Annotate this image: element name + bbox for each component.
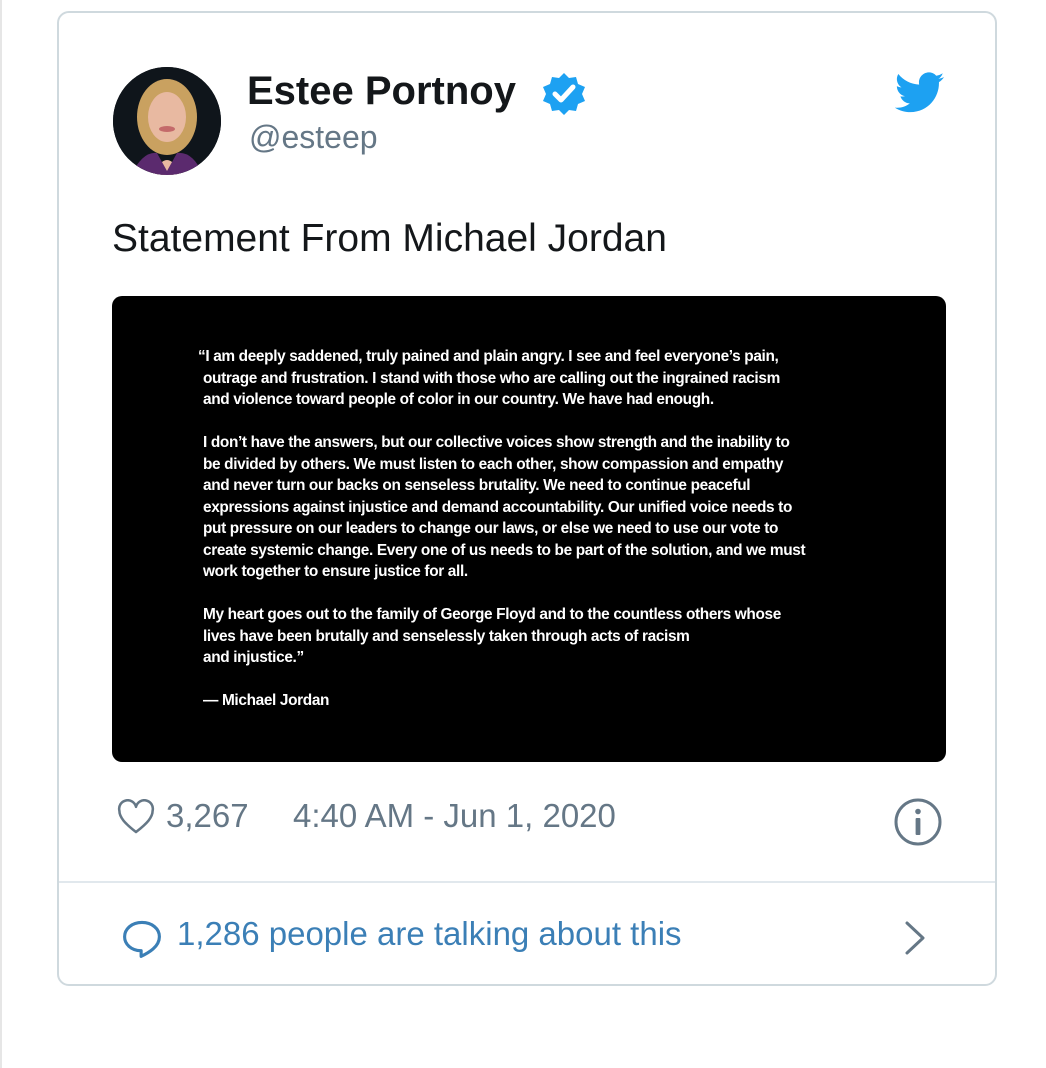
verified-icon — [541, 71, 587, 117]
conversation-link[interactable]: 1,286 people are talking about this — [121, 913, 941, 963]
statement-line: My heart goes out to the family of Georg… — [203, 606, 781, 623]
author-handle[interactable]: @esteep — [249, 119, 378, 156]
statement-text: “I am deeply saddened, truly pained and … — [198, 346, 878, 733]
like-count[interactable]: 3,267 — [166, 797, 249, 835]
heart-icon[interactable] — [117, 798, 155, 835]
twitter-bird-icon[interactable] — [894, 71, 945, 115]
statement-paragraph-1: “I am deeply saddened, truly pained and … — [198, 346, 878, 411]
statement-line: and injustice.” — [203, 649, 304, 666]
statement-line: and never turn our backs on senseless br… — [203, 477, 751, 494]
statement-line: “I am deeply saddened, truly pained and … — [198, 348, 779, 365]
statement-line: expressions against injustice and demand… — [203, 498, 793, 516]
tweet-image[interactable]: “I am deeply saddened, truly pained and … — [112, 296, 946, 762]
statement-line: I don’t have the answers, but our collec… — [203, 434, 790, 451]
tweet-footer: 3,267 4:40 AM - Jun 1, 2020 — [117, 797, 947, 846]
statement-line: and violence toward people of color in o… — [203, 391, 714, 408]
statement-line: be divided by others. We must listen to … — [203, 455, 784, 473]
comment-icon — [121, 919, 163, 959]
statement-signature-paragraph: — Michael Jordan — [198, 690, 878, 712]
chevron-right-icon[interactable] — [903, 919, 927, 957]
statement-line: put pressure on our leaders to change ou… — [203, 520, 779, 537]
statement-paragraph-2: I don’t have the answers, but our collec… — [198, 432, 878, 583]
divider — [59, 881, 995, 883]
statement-line: work together to ensure justice for all. — [203, 563, 468, 580]
avatar[interactable] — [113, 67, 221, 175]
statement-line: lives have been brutally and senselessly… — [203, 627, 690, 645]
page-edge — [0, 0, 2, 1068]
info-icon[interactable] — [893, 797, 943, 847]
statement-signature: — Michael Jordan — [203, 692, 330, 709]
tweet-embed-card: Estee Portnoy @esteep Statement From Mic… — [57, 11, 997, 986]
statement-paragraph-3: My heart goes out to the family of Georg… — [198, 604, 878, 669]
statement-line: outrage and frustration. I stand with th… — [203, 369, 780, 387]
conversation-count-text[interactable]: 1,286 people are talking about this — [177, 915, 682, 953]
tweet-text: Statement From Michael Jordan — [112, 217, 667, 260]
statement-line: create systemic change. Every one of us … — [203, 541, 806, 559]
tweet-timestamp[interactable]: 4:40 AM - Jun 1, 2020 — [293, 797, 616, 835]
author-name[interactable]: Estee Portnoy — [247, 69, 516, 114]
